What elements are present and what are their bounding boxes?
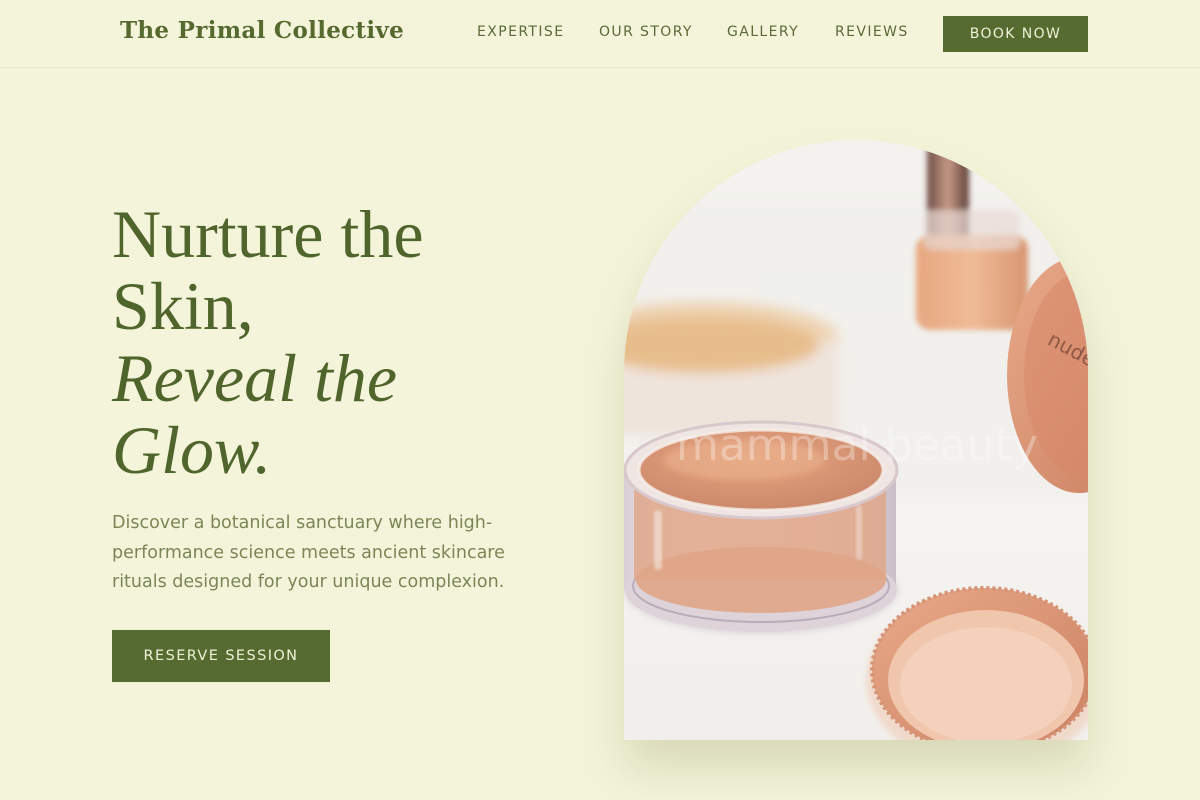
hero-title-line-4: Glow. (112, 412, 272, 488)
cosmetic-jars-illustration: nude mammal beauty (624, 140, 1088, 740)
hero-image-cosmetic-jars: nude mammal beauty (624, 140, 1088, 740)
nav-link-expertise[interactable]: EXPERTISE (477, 24, 564, 40)
hero-description: Discover a botanical sanctuary where hig… (112, 513, 505, 592)
nav-link-our-story[interactable]: OUR STORY (599, 24, 693, 40)
nav-link-gallery[interactable]: GALLERY (727, 24, 799, 40)
reserve-session-button[interactable]: RESERVE SESSION (112, 630, 330, 682)
book-now-button[interactable]: BOOK NOW (943, 16, 1088, 52)
hero-title-line-3: Reveal the (112, 340, 398, 416)
site-header: The Primal Collective EXPERTISE OUR STOR… (0, 0, 1200, 68)
hero-title-line-2: Skin, (112, 268, 254, 344)
back-powder-jar (624, 302, 839, 435)
image-watermark: mammal beauty (676, 420, 1038, 471)
nav-link-reviews[interactable]: REVIEWS (835, 24, 909, 40)
foundation-bottle (916, 140, 1028, 330)
hero-title-line-1: Nurture the (112, 196, 424, 272)
hero-title: Nurture the Skin, Reveal the Glow. (112, 198, 424, 486)
brand-logo[interactable]: The Primal Collective (120, 17, 404, 44)
